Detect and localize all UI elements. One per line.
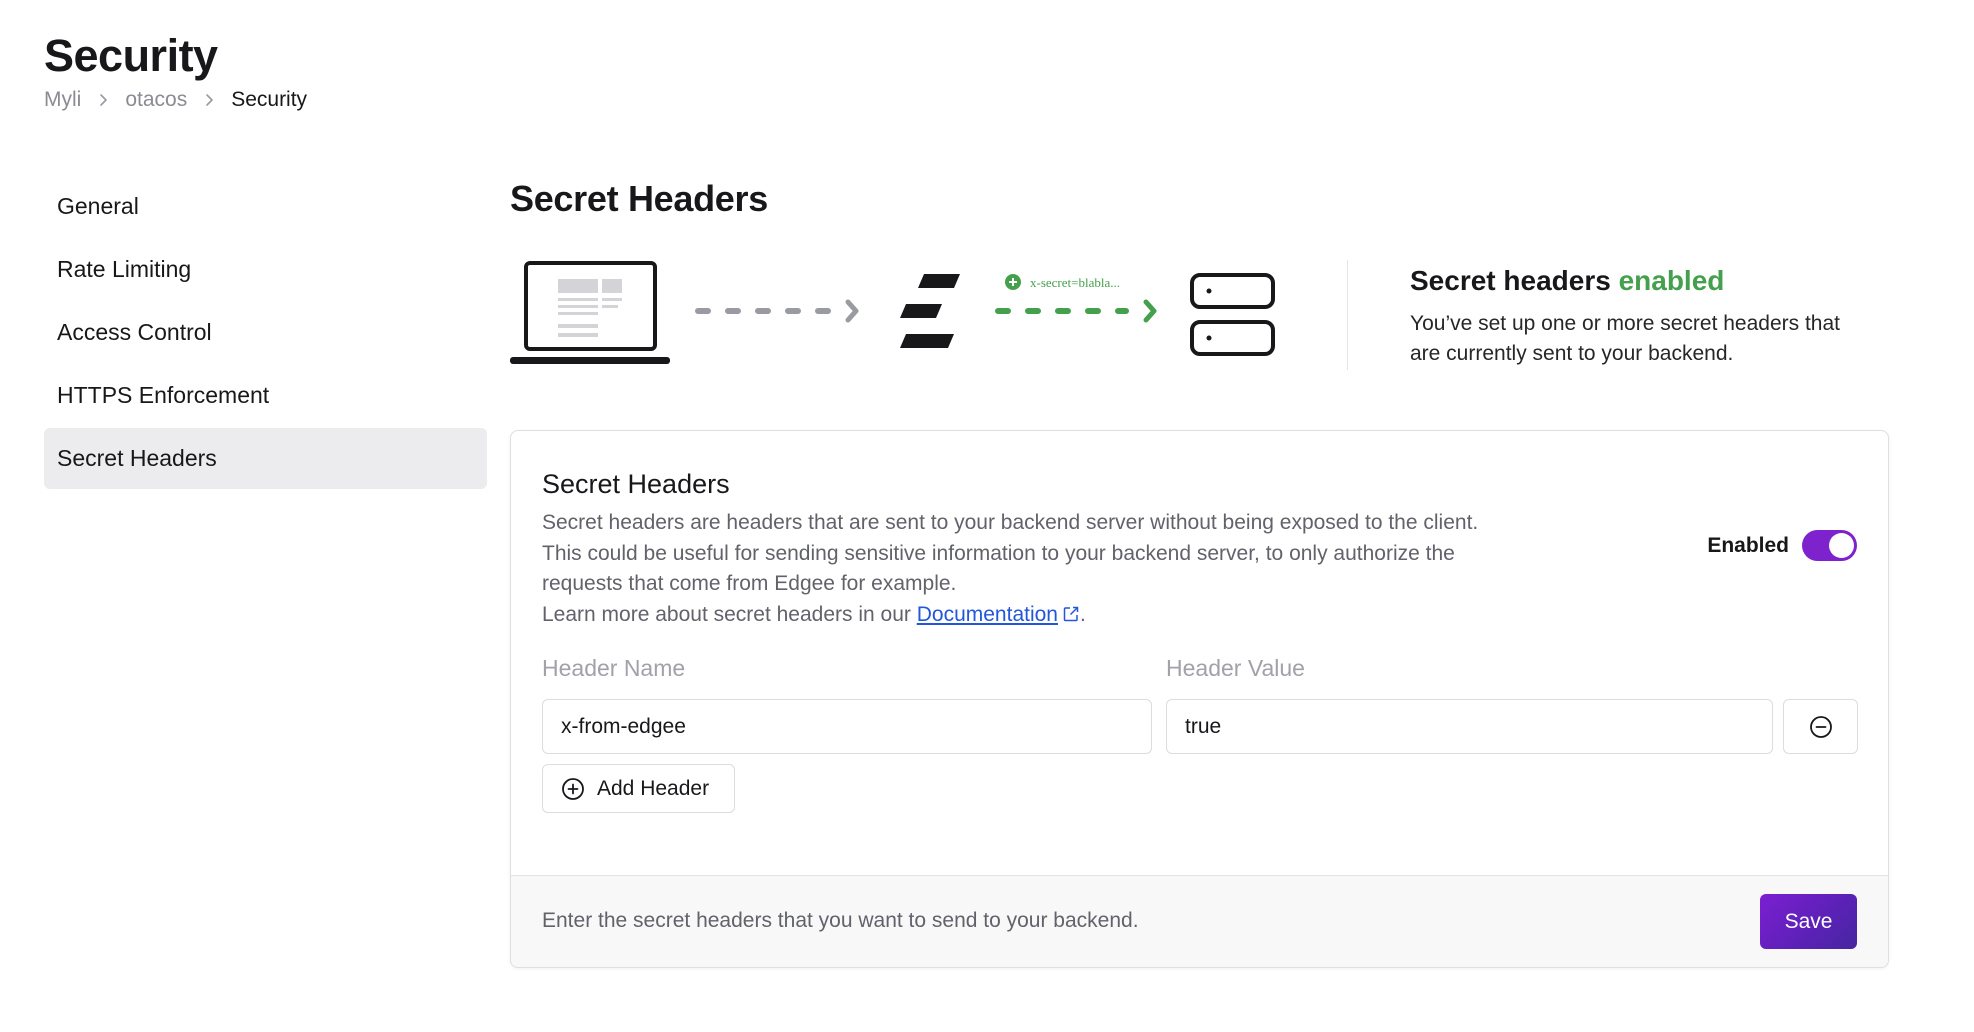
breadcrumb-item-otacos[interactable]: otacos (125, 88, 187, 112)
card-description-text: Secret headers are headers that are sent… (542, 511, 1479, 595)
status-title: Secret headers enabled (1410, 265, 1724, 297)
remove-header-button[interactable] (1783, 699, 1858, 754)
breadcrumb-item-myli[interactable]: Myli (44, 88, 81, 112)
arrow-right-icon (995, 299, 1157, 323)
header-name-column-label: Header Name (542, 655, 686, 681)
documentation-link-label: Documentation (916, 602, 1058, 626)
section-title: Secret Headers (510, 178, 768, 219)
chevron-right-icon (187, 93, 231, 107)
card-title: Secret Headers (542, 469, 730, 499)
page-title: Security (44, 30, 218, 81)
enabled-toggle-label: Enabled (1707, 533, 1789, 557)
toggle-knob (1829, 533, 1854, 558)
sidebar-item-rate-limiting[interactable]: Rate Limiting (44, 239, 487, 300)
learn-more-suffix: . (1079, 602, 1086, 626)
footer-help-text: Enter the secret headers that you want t… (542, 909, 1139, 932)
status-enabled-label: enabled (1618, 265, 1725, 296)
card-footer: Enter the secret headers that you want t… (511, 875, 1888, 967)
plus-circle-icon (1005, 274, 1021, 290)
save-button[interactable]: Save (1760, 894, 1857, 949)
secret-headers-illustration: x-secret=blabla... (510, 261, 1275, 364)
edgee-logo-icon (900, 274, 960, 348)
card-description: Secret headers are headers that are sent… (542, 508, 1502, 632)
header-value-input[interactable]: true (1166, 699, 1773, 754)
sidebar: General Rate Limiting Access Control HTT… (44, 176, 487, 491)
sidebar-item-access-control[interactable]: Access Control (44, 302, 487, 363)
divider (1347, 260, 1348, 370)
breadcrumb: Myli otacos Security (44, 88, 307, 112)
learn-more-text: Learn more about secret headers in our (542, 602, 911, 626)
secret-headers-card: Secret Headers Secret headers are header… (510, 430, 1889, 968)
secret-header-example: x-secret=blabla... (1030, 275, 1120, 290)
add-header-label: Add Header (597, 776, 710, 800)
server-icon (1190, 273, 1275, 356)
minus-circle-icon (1809, 715, 1832, 738)
header-name-input[interactable]: x-from-edgee (542, 699, 1152, 754)
plus-circle-icon (562, 777, 584, 800)
enabled-toggle[interactable] (1802, 530, 1857, 561)
status-title-prefix: Secret headers (1410, 265, 1611, 296)
header-value-column-label: Header Value (1166, 655, 1305, 681)
breadcrumb-item-security: Security (231, 88, 308, 111)
external-link-icon (1062, 602, 1080, 633)
enabled-toggle-group: Enabled (1707, 530, 1857, 561)
sidebar-item-secret-headers[interactable]: Secret Headers (44, 428, 487, 489)
add-header-button[interactable]: Add Header (542, 764, 735, 813)
sidebar-item-https-enforcement[interactable]: HTTPS Enforcement (44, 365, 487, 426)
laptop-icon (510, 261, 670, 364)
arrow-right-icon (695, 299, 859, 323)
sidebar-item-general[interactable]: General (44, 176, 487, 237)
chevron-right-icon (81, 93, 125, 107)
documentation-link[interactable]: Documentation (917, 603, 1080, 626)
status-description: You’ve set up one or more secret headers… (1410, 312, 1840, 365)
